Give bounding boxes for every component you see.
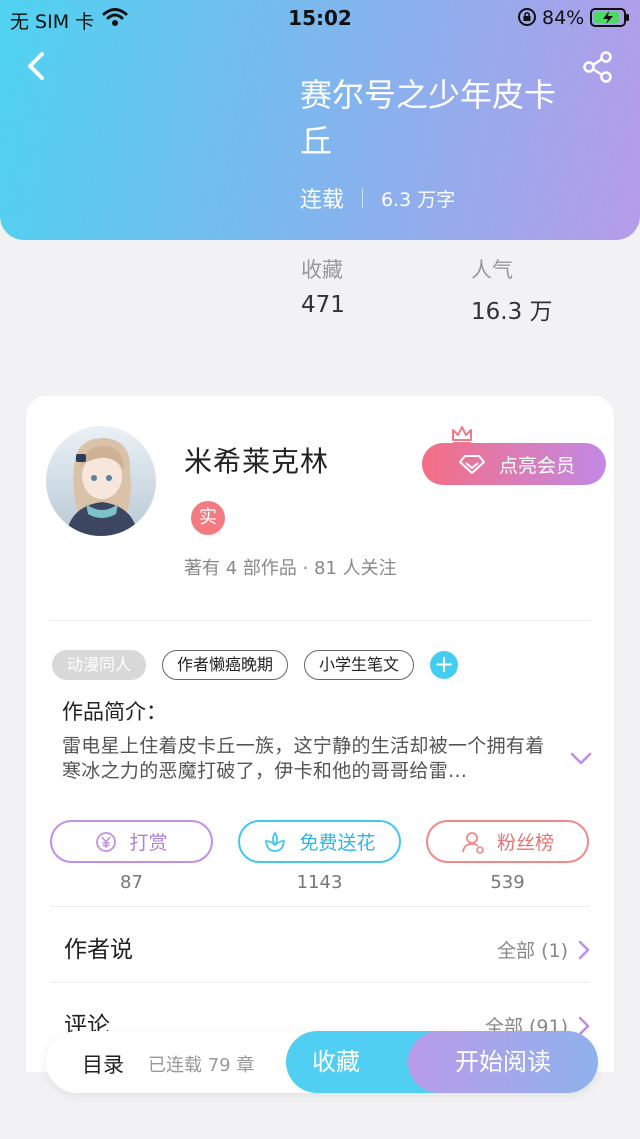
stat-popularity: 人气 16.3 万: [471, 254, 553, 326]
yen-coin-icon: [96, 831, 117, 852]
stat-label: 人气: [471, 258, 513, 282]
book-header: 无 SIM 卡 15:02 84% 赛尔号之少年皮卡丘 连载 6.3 万字: [0, 0, 640, 240]
tag[interactable]: 小学生笔文: [304, 650, 415, 680]
serial-status: 连载: [300, 188, 345, 213]
diamond-icon: [458, 455, 485, 474]
tag[interactable]: 动漫同人: [52, 650, 147, 680]
vip-label: 点亮会员: [498, 454, 575, 477]
status-bar: 无 SIM 卡 15:02 84%: [0, 0, 640, 36]
divider: [50, 906, 590, 907]
tip-count: 87: [120, 872, 143, 893]
fan-ranking-label: 粉丝榜: [496, 832, 554, 854]
book-title: 赛尔号之少年皮卡丘: [300, 76, 557, 160]
rotation-lock-icon: [518, 8, 536, 26]
divider: [50, 620, 590, 621]
book-meta: 连载 6.3 万字: [300, 182, 455, 214]
intro-text: 雷电星上住着皮卡丘一族，这宁静的生活却被一个拥有着寒冰之力的恶魔打破了，伊卡和他…: [62, 735, 545, 782]
tip-button[interactable]: 打赏: [50, 820, 213, 863]
battery-charging-icon: [590, 8, 629, 27]
chapter-count: 已连载 79 章: [148, 1055, 255, 1076]
chevron-right-icon: [578, 940, 590, 959]
verified-badge: 实: [191, 501, 225, 535]
stat-favorites: 收藏 471: [301, 254, 345, 318]
share-icon[interactable]: [582, 50, 614, 84]
stat-label: 收藏: [301, 258, 343, 282]
author-says-more[interactable]: 全部 (1): [497, 936, 590, 963]
word-count: 6.3 万字: [381, 188, 456, 211]
author-says-title: 作者说: [64, 937, 133, 963]
author-name[interactable]: 米希莱克林: [184, 440, 329, 480]
send-flower-label: 免费送花: [299, 832, 376, 854]
flower-count: 1143: [296, 872, 343, 893]
tag[interactable]: 作者懒癌晚期: [162, 650, 289, 680]
bottom-action-bar: 目录 已连载 79 章 收藏 开始阅读: [46, 1031, 598, 1093]
stat-value: 16.3 万: [471, 299, 553, 325]
back-icon[interactable]: [22, 48, 54, 84]
author-stats: 著有 4 部作品 · 81 人关注: [184, 558, 397, 579]
vip-button[interactable]: 点亮会员: [422, 443, 606, 485]
add-tag-button[interactable]: +: [430, 651, 459, 679]
person-icon: [462, 831, 484, 854]
tip-label: 打赏: [129, 832, 168, 854]
chevron-down-icon[interactable]: [570, 752, 592, 766]
table-of-contents-button[interactable]: 目录: [82, 1049, 124, 1079]
crown-icon: [452, 426, 472, 444]
book-info-card: 米希莱克林 实 著有 4 部作品 · 81 人关注 点亮会员 动漫同人 作者懒癌…: [26, 396, 614, 1096]
fan-ranking-button[interactable]: 粉丝榜: [426, 820, 589, 863]
meta-divider: [362, 188, 364, 208]
divider: [50, 982, 590, 983]
fan-count: 539: [490, 872, 525, 893]
chevron-right-icon: [578, 1016, 590, 1035]
start-reading-button[interactable]: 开始阅读: [408, 1031, 598, 1093]
intro-title: 作品简介：: [62, 700, 167, 724]
battery-percent: 84%: [542, 7, 585, 29]
flower-icon: [265, 830, 286, 852]
more-label: 全部 (1): [497, 940, 568, 962]
tag-list: 动漫同人 作者懒癌晚期 小学生笔文 +: [52, 650, 459, 680]
author-avatar[interactable]: [46, 426, 156, 536]
stat-value: 471: [301, 292, 345, 318]
author-says-row[interactable]: 作者说 全部 (1): [64, 930, 590, 964]
send-flower-button[interactable]: 免费送花: [238, 820, 401, 863]
